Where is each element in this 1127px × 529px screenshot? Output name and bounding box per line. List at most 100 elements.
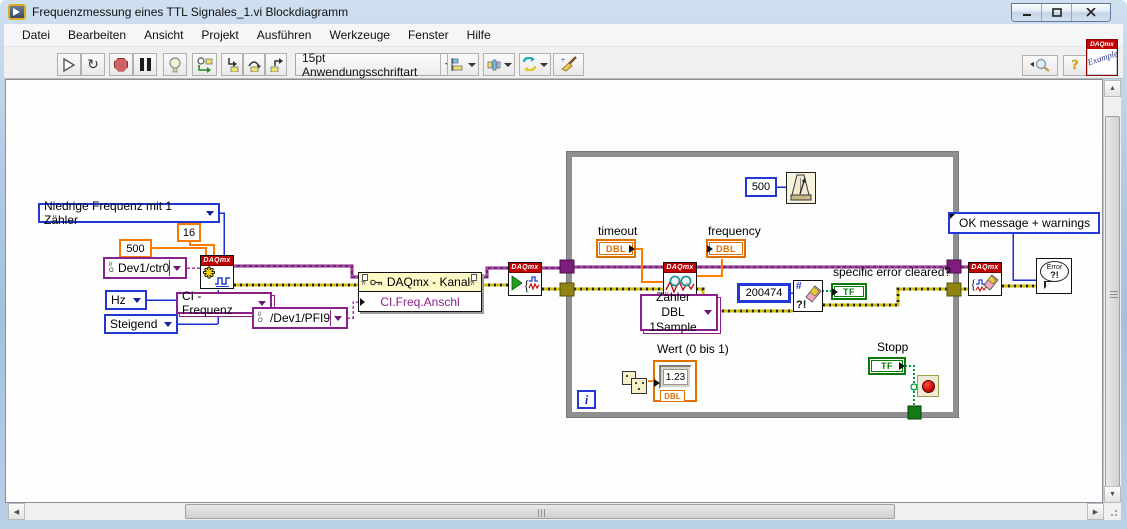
loop-iteration-terminal[interactable]: i [577, 390, 596, 409]
dropdown-icon[interactable] [164, 321, 172, 327]
font-selector[interactable]: 15pt Anwendungsschriftart [295, 51, 457, 79]
daqmx-create-channel-node[interactable]: DAQmx [200, 255, 234, 289]
indicator-arrow [707, 244, 713, 253]
stop-control-terminal[interactable]: TF [868, 357, 906, 375]
step-into-button[interactable] [221, 53, 243, 76]
daqmx-clear-task-node[interactable]: DAQmx { [968, 262, 1002, 296]
menu-werkzeuge[interactable]: Werkzeuge [320, 25, 398, 45]
random-value-label: Wert (0 bis 1) [657, 342, 729, 356]
io-terminal-pfi[interactable]: I/O /Dev1/PFI9 [252, 307, 348, 329]
horizontal-scroll-thumb[interactable] [185, 504, 895, 519]
vertical-scrollbar[interactable]: ▲ ▼ [1104, 80, 1121, 510]
metronome-icon [790, 174, 812, 201]
key-icon [370, 279, 382, 285]
scroll-down-button[interactable]: ▼ [1104, 486, 1121, 503]
stop-label: Stopp [877, 340, 909, 354]
align-objects-button[interactable] [447, 53, 479, 76]
loop-condition-terminal[interactable] [917, 375, 939, 397]
dropdown-icon[interactable] [172, 265, 181, 271]
constant-500-wait[interactable]: 500 [745, 177, 777, 197]
dropdown-icon[interactable] [334, 315, 342, 321]
divider [169, 260, 170, 276]
vi-icon-daqmx-example[interactable]: DAQmx Example [1086, 39, 1119, 76]
die-icon [631, 378, 647, 394]
property-node-title: DAQmx - Kanal [386, 275, 471, 289]
dropdown-icon[interactable] [258, 300, 266, 306]
step-out-button[interactable] [265, 53, 287, 76]
scroll-left-button[interactable]: ◀ [8, 503, 25, 520]
random-number-node[interactable] [622, 368, 649, 395]
window-title: Frequenzmessung eines TTL Signales_1.vi … [32, 5, 349, 19]
step-over-button[interactable] [243, 53, 265, 76]
cleanup-diagram-button[interactable]: + [553, 53, 584, 76]
ring-error-action[interactable]: OK message + warnings [948, 212, 1100, 234]
menu-bearbeiten[interactable]: Bearbeiten [59, 25, 135, 45]
indicator-arrow [654, 379, 660, 387]
menu-ausfuehren[interactable]: Ausführen [248, 25, 321, 45]
enum-edge-steigend[interactable]: Steigend [104, 314, 178, 334]
numeric-display-value: 1.23 [663, 369, 688, 385]
menu-hilfe[interactable]: Hilfe [458, 25, 500, 45]
daqmx-start-task-node[interactable]: DAQmx { [508, 262, 542, 296]
control-arrow [899, 362, 905, 370]
horizontal-scrollbar[interactable]: ◀ ▶ [8, 503, 1104, 520]
constant-16[interactable]: 16 [177, 223, 201, 242]
help-button[interactable]: ? [1063, 55, 1087, 76]
vertical-scroll-thumb[interactable] [1105, 116, 1120, 510]
close-button[interactable] [1072, 4, 1110, 21]
wait-ms-node[interactable] [786, 172, 816, 204]
dropdown-icon[interactable] [704, 310, 712, 315]
constant-error-code[interactable]: 200474 [737, 283, 791, 303]
reorder-button[interactable] [519, 53, 551, 76]
run-button[interactable] [57, 53, 81, 76]
divider [330, 310, 331, 326]
title-bar[interactable]: Frequenzmessung eines TTL Signales_1.vi … [0, 0, 1127, 24]
random-value-indicator[interactable]: 1.23 DBL [653, 360, 697, 402]
highlight-execution-button[interactable] [163, 53, 187, 76]
run-continuous-button[interactable]: ↻ [81, 53, 105, 76]
distribute-objects-icon [487, 59, 500, 70]
dropdown-icon[interactable] [206, 210, 214, 216]
eraser-icon [805, 285, 822, 303]
timeout-control-terminal[interactable]: DBL [596, 239, 636, 258]
resize-grip[interactable] [1104, 503, 1121, 520]
scroll-right-button[interactable]: ▶ [1087, 503, 1104, 520]
menu-ansicht[interactable]: Ansicht [135, 25, 192, 45]
vi-icon-banner: DAQmx [1087, 40, 1117, 49]
enum-units-hz[interactable]: Hz [105, 290, 147, 310]
abort-button[interactable] [109, 53, 133, 76]
minimize-button[interactable] [1012, 4, 1042, 21]
scroll-up-button[interactable]: ▲ [1104, 80, 1121, 97]
distribute-objects-button[interactable] [483, 53, 515, 76]
step-out-icon [270, 58, 283, 72]
daqmx-channel-property-node[interactable]: ?! DAQmx - Kanal ?! CI.Freq.Anschl [358, 272, 482, 312]
polymorphic-selector-read[interactable]: Zähler DBL 1Sample [640, 290, 718, 334]
align-objects-icon [451, 57, 462, 71]
maximize-button[interactable] [1042, 4, 1072, 21]
menu-projekt[interactable]: Projekt [192, 25, 247, 45]
io-counter-label: Dev1/ctr0 [117, 261, 170, 275]
run-continuous-icon: ↻ [87, 56, 99, 72]
search-button[interactable] [1022, 55, 1058, 76]
dropdown-icon[interactable] [133, 297, 141, 303]
retain-values-icon [197, 56, 213, 73]
simple-error-handler-node[interactable]: Error ?! [1036, 258, 1072, 294]
menu-fenster[interactable]: Fenster [399, 25, 458, 45]
reorder-icon [522, 57, 537, 72]
vi-window-icon [8, 4, 26, 20]
window-controls [1011, 3, 1111, 22]
frequency-indicator-terminal[interactable]: DBL [706, 239, 746, 258]
clear-specific-error-node[interactable]: # ?! [793, 280, 823, 312]
retain-wire-values-button[interactable] [192, 53, 217, 76]
menu-datei[interactable]: Datei [13, 25, 59, 45]
labview-window: Frequenzmessung eines TTL Signales_1.vi … [0, 0, 1127, 529]
broom-icon: + [561, 56, 577, 72]
ring-corner-marker [950, 214, 957, 221]
property-corner-glyph: ?! [470, 274, 479, 291]
cleared-indicator-terminal[interactable]: TF [831, 283, 867, 300]
enum-measurement-type[interactable]: Niedrige Frequenz mit 1 Zähler [38, 199, 220, 227]
pause-button[interactable] [133, 53, 157, 76]
io-counter-control[interactable]: I/O Dev1/ctr0 [103, 257, 187, 279]
constant-500-max[interactable]: 500 [119, 239, 152, 258]
menu-bar: Datei Bearbeiten Ansicht Projekt Ausführ… [4, 24, 1123, 46]
